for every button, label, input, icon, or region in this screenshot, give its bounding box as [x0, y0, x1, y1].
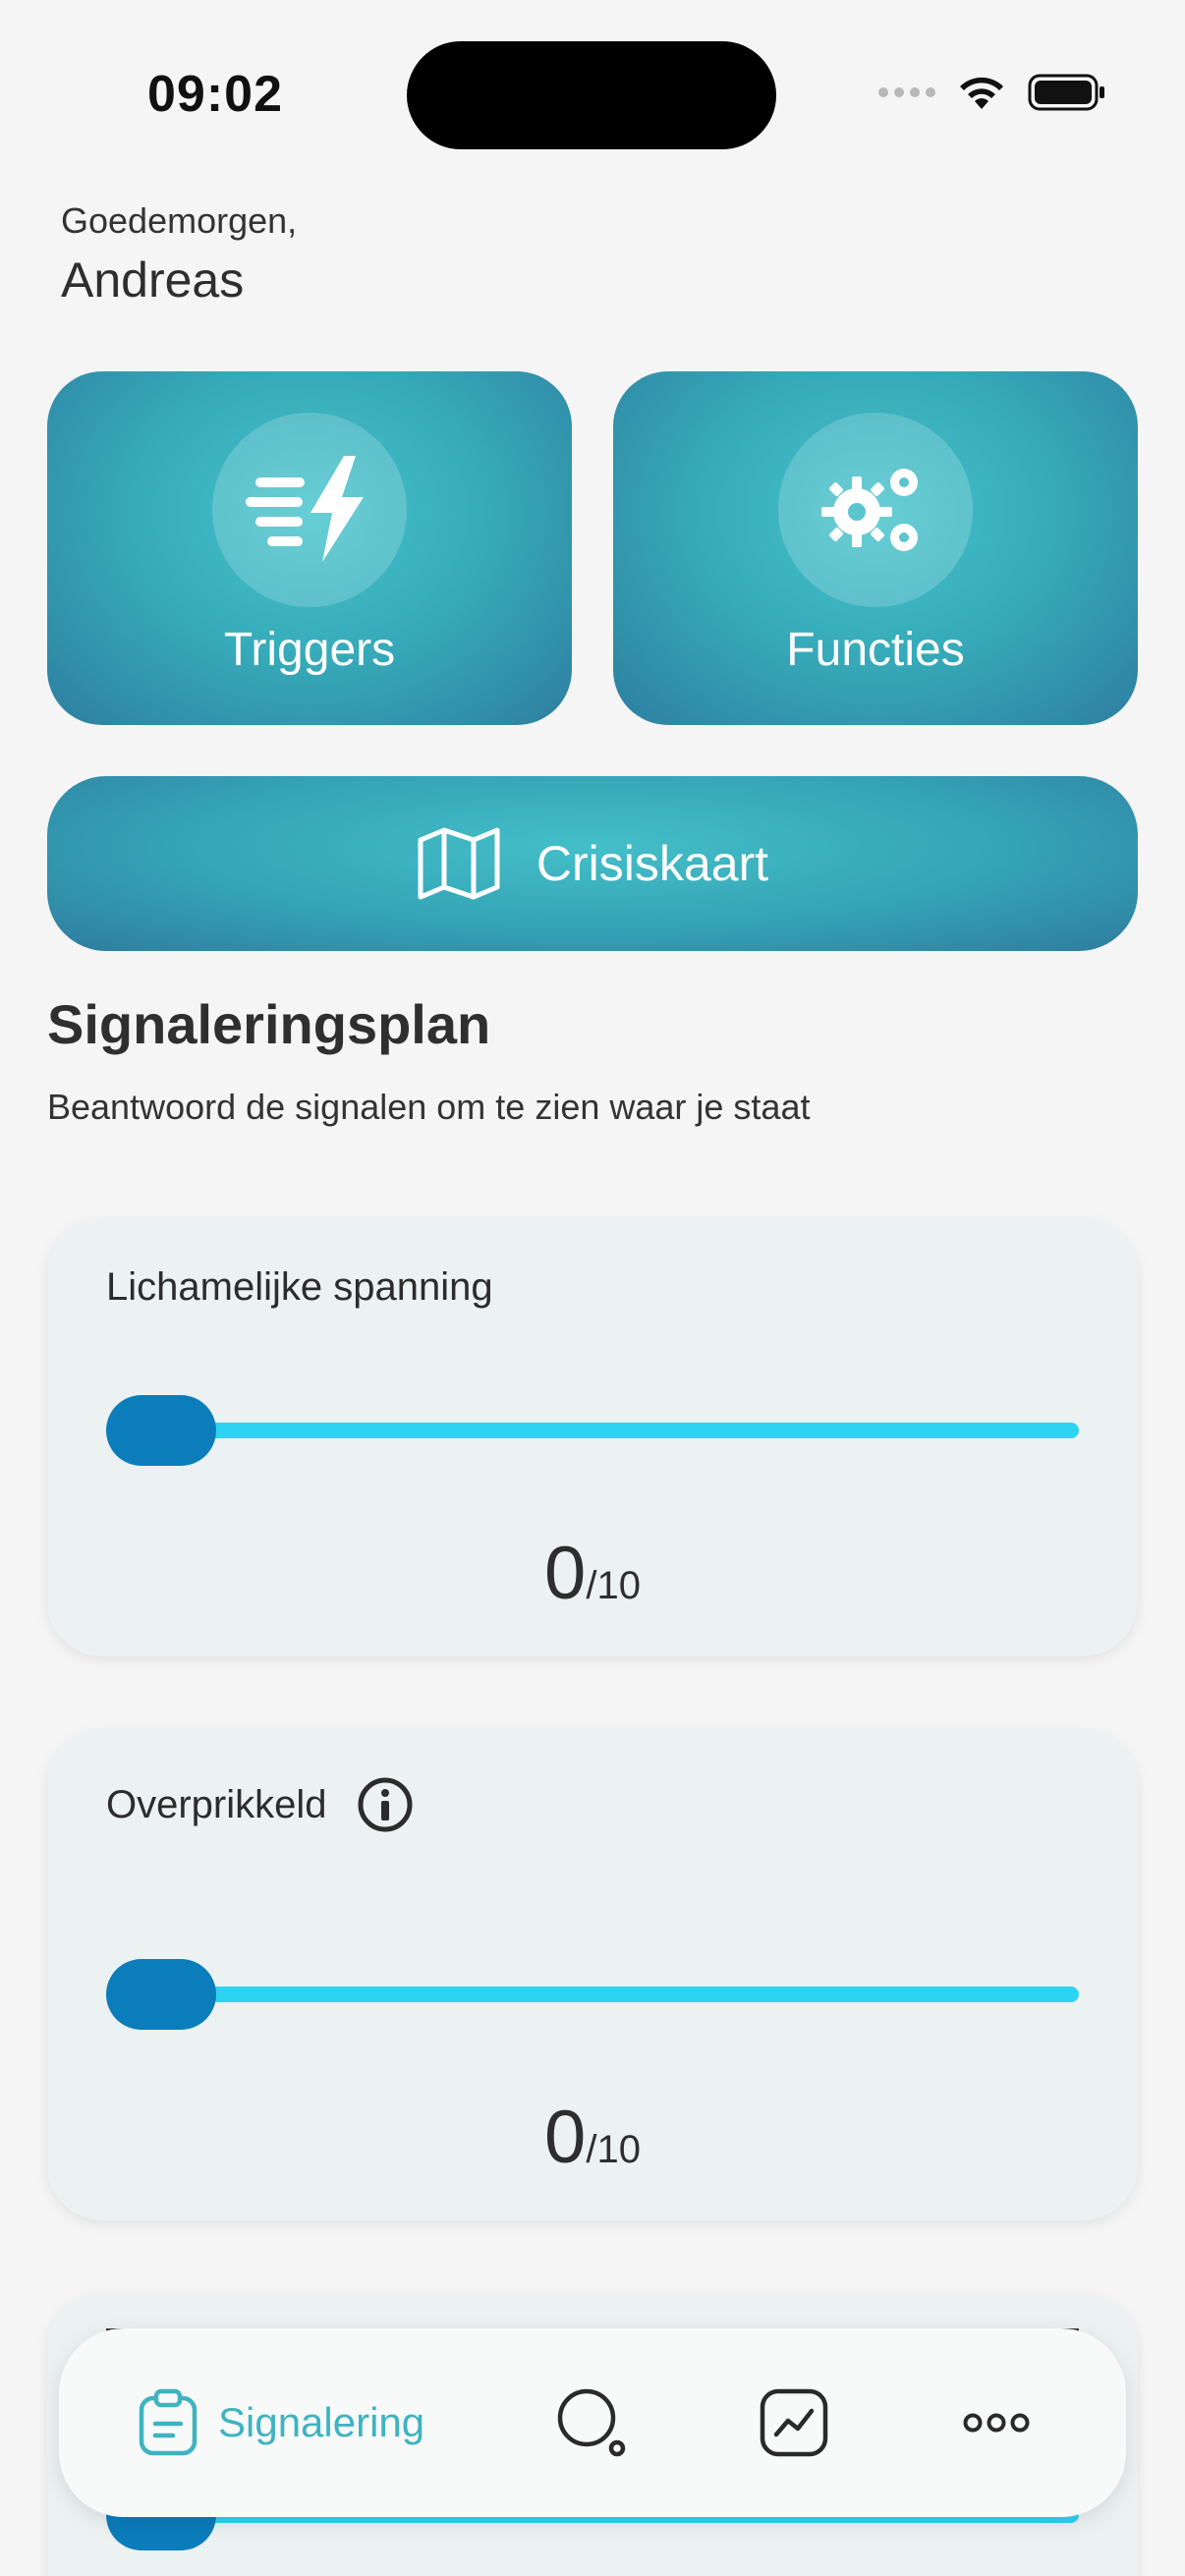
nav-search[interactable] [556, 2328, 627, 2517]
crisiskaart-label: Crisiskaart [536, 836, 769, 891]
nav-signalering[interactable]: Signalering [138, 2328, 424, 2517]
functies-label: Functies [786, 624, 965, 676]
lightning-speed-icon [246, 456, 364, 562]
signal-card: Overprikkeld 0/10 [47, 1729, 1138, 2220]
triggers-tile[interactable]: Triggers [47, 371, 572, 725]
nav-chart[interactable] [759, 2328, 829, 2517]
score-value: 0 [544, 2096, 587, 2179]
crisiskaart-button[interactable]: Crisiskaart [47, 776, 1138, 951]
bottom-nav: Signalering [59, 2328, 1126, 2517]
dynamic-island [407, 41, 776, 149]
signal-score: 0/10 [47, 2095, 1138, 2180]
gears-icon [821, 469, 918, 551]
signal-title: Overprikkeld [106, 1776, 414, 1833]
info-icon[interactable] [357, 1776, 414, 1833]
signal-title: Lichamelijke spanning [106, 1265, 493, 1309]
signal-slider[interactable] [106, 1395, 1079, 1466]
functies-tile[interactable]: Functies [613, 371, 1138, 725]
slider-thumb[interactable] [106, 1959, 216, 2030]
score-value: 0 [544, 1532, 587, 1615]
more-icon [963, 2413, 1030, 2433]
slider-thumb[interactable] [106, 1395, 216, 1466]
status-icons [878, 73, 1106, 112]
map-icon [418, 827, 500, 900]
nav-signalering-label: Signalering [218, 2399, 425, 2445]
search-icon [557, 2388, 626, 2457]
nav-more[interactable] [963, 2328, 1030, 2517]
score-max: /10 [586, 2128, 641, 2171]
user-name: Andreas [61, 252, 245, 308]
section-subtitle: Beantwoord de signalen om te zien waar j… [47, 1087, 811, 1127]
cellular-signal-icon [878, 87, 935, 97]
signal-score: 0/10 [47, 1531, 1138, 1616]
functies-icon-circle [778, 413, 973, 607]
slider-track [165, 1987, 1079, 2002]
slider-track [165, 1423, 1079, 1438]
battery-icon [1028, 74, 1104, 111]
signal-card: Lichamelijke spanning 0/10 [47, 1218, 1138, 1656]
section-title: Signaleringsplan [47, 993, 491, 1055]
triggers-icon-circle [212, 413, 407, 607]
status-time: 09:02 [147, 66, 283, 123]
wifi-icon [960, 77, 1003, 109]
clipboard-icon [139, 2388, 198, 2456]
signal-slider[interactable] [106, 1959, 1079, 2030]
chart-icon [760, 2388, 828, 2457]
greeting-text: Goedemorgen, [61, 200, 298, 241]
score-max: /10 [586, 1564, 641, 1607]
triggers-label: Triggers [223, 624, 396, 676]
